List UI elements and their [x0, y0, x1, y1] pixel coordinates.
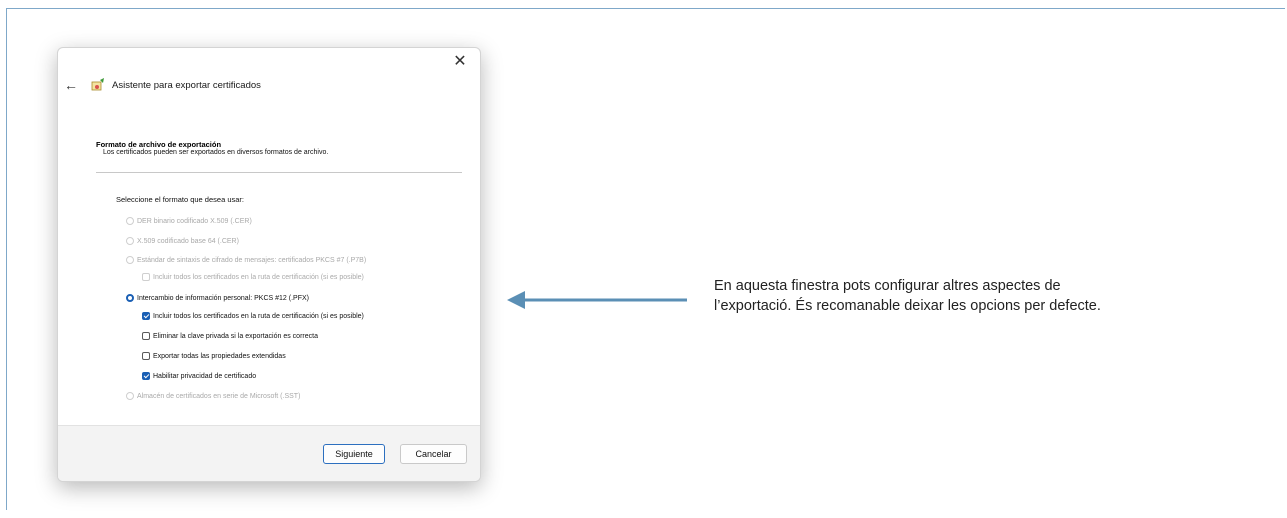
option-label: Eliminar la clave privada si la exportac…: [153, 332, 318, 340]
back-arrow-icon[interactable]: ←: [64, 77, 78, 93]
checkbox-certificate-privacy[interactable]: Habilitar privacidad de certificado: [142, 372, 256, 380]
radio-icon: [126, 217, 134, 225]
dialog-title: Asistente para exportar certificados: [112, 80, 261, 91]
next-button[interactable]: Siguiente: [323, 444, 385, 464]
checkbox-checked-icon: [142, 372, 150, 380]
radio-icon: [126, 392, 134, 400]
option-label: DER binario codificado X.509 (.CER): [137, 217, 252, 225]
radio-icon: [126, 237, 134, 245]
export-wizard-dialog: ✕ ← Asistente para exportar certificados…: [57, 47, 481, 482]
checkbox-pkcs7-include-chain[interactable]: Incluir todos los certificados en la rut…: [142, 273, 364, 281]
divider: [96, 172, 462, 173]
option-label: Exportar todas las propiedades extendida…: [153, 352, 286, 360]
dialog-footer: Siguiente Cancelar: [58, 425, 480, 481]
section-description: Los certificados pueden ser exportados e…: [103, 149, 329, 156]
radio-pkcs7-option[interactable]: Estándar de sintaxis de cifrado de mensa…: [126, 256, 366, 264]
option-label: Habilitar privacidad de certificado: [153, 372, 257, 380]
option-label: Estándar de sintaxis de cifrado de mensa…: [137, 256, 367, 264]
checkbox-delete-private-key[interactable]: Eliminar la clave privada si la exportac…: [142, 332, 318, 340]
pointer-arrow-icon: [507, 291, 687, 309]
option-label: Almacén de certificados en serie de Micr…: [137, 392, 301, 400]
annotation-line-1: En aquesta finestra pots configurar altr…: [714, 278, 1061, 294]
option-label: Incluir todos los certificados en la rut…: [153, 273, 364, 281]
option-label: X.509 codificado base 64 (.CER): [137, 237, 239, 245]
checkbox-icon: [142, 273, 150, 281]
checkbox-icon: [142, 352, 150, 360]
radio-sst-option[interactable]: Almacén de certificados en serie de Micr…: [126, 392, 300, 400]
format-prompt: Seleccione el formato que desea usar:: [116, 195, 244, 204]
radio-icon: [126, 256, 134, 264]
certificate-wizard-icon: [91, 78, 104, 91]
checkbox-export-extended-properties[interactable]: Exportar todas las propiedades extendida…: [142, 352, 286, 360]
option-label: Intercambio de información personal: PKC…: [137, 294, 309, 302]
checkbox-icon: [142, 332, 150, 340]
checkbox-checked-icon: [142, 312, 150, 320]
radio-der-option[interactable]: DER binario codificado X.509 (.CER): [126, 217, 252, 225]
checkbox-pkcs12-include-chain[interactable]: Incluir todos los certificados en la rut…: [142, 312, 364, 320]
close-icon[interactable]: ✕: [450, 52, 470, 72]
radio-base64-option[interactable]: X.509 codificado base 64 (.CER): [126, 237, 239, 245]
radio-selected-icon: [126, 294, 134, 302]
annotation-line-2: l’exportació. És recomanable deixar les …: [714, 298, 1101, 314]
section-title: Formato de archivo de exportación: [96, 140, 222, 149]
radio-pkcs12-option[interactable]: Intercambio de información personal: PKC…: [126, 294, 309, 302]
annotation-text: En aquesta finestra pots configurar altr…: [714, 276, 1234, 316]
option-label: Incluir todos los certificados en la rut…: [153, 312, 364, 320]
cancel-button[interactable]: Cancelar: [400, 444, 467, 464]
